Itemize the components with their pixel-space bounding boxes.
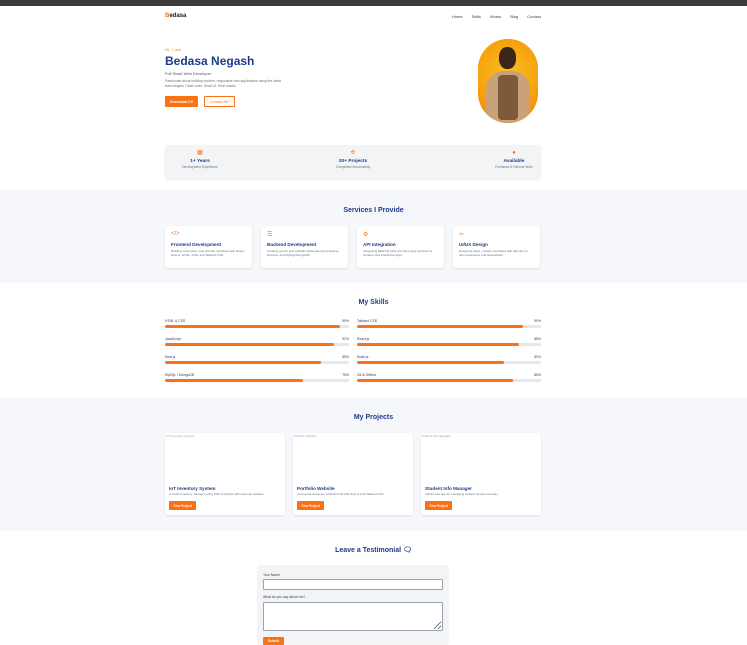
logo[interactable]: Bedasa (165, 13, 186, 19)
skill-tailwind: Tailwind CSS 90% (357, 319, 541, 333)
project-image: IoT Inventory System (166, 434, 195, 438)
submit-button[interactable]: Submit (263, 637, 284, 645)
browser-top-bar (0, 0, 747, 6)
service-card-design: ✂ UI/UX Design Designing clean, modern i… (453, 226, 540, 268)
code-icon: </> (171, 231, 180, 237)
nav-links: Home Skills Works Blog Contact (452, 14, 541, 19)
skill-nextjs: Next.js 85% (165, 355, 349, 369)
nav-link-blog[interactable]: Blog (510, 14, 518, 19)
project-image: Student Info Manager (422, 434, 451, 438)
projects-title: My Projects (353, 414, 394, 421)
clock-icon: ● (512, 150, 516, 156)
hero-section: Hi, I am Bedasa Negash Full Stack Web De… (165, 47, 445, 107)
skill-react: React.js 88% (357, 337, 541, 351)
testimonial-form: Your Name What do you say about me? Subm… (257, 565, 449, 645)
view-project-button[interactable]: View Project (169, 501, 196, 510)
name-input[interactable] (263, 579, 443, 590)
testimonial-title: Leave a Testimonial 🗨 (335, 547, 412, 554)
contact-me-button[interactable]: Contact Me (204, 96, 235, 107)
name-label: Your Name (263, 573, 280, 577)
view-project-button[interactable]: View Project (425, 501, 452, 510)
skill-javascript: JavaScript 92% (165, 337, 349, 351)
skill-html-css: HTML & CSS 95% (165, 319, 349, 333)
stat-experience: ▦ 1+ Years Development Experience (165, 150, 235, 169)
nav-link-contact[interactable]: Contact (527, 14, 541, 19)
nav-link-home[interactable]: Home (452, 14, 463, 19)
view-project-button[interactable]: View Project (297, 501, 324, 510)
services-title: Services I Provide (343, 207, 404, 214)
message-label: What do you say about me? (263, 595, 306, 599)
api-icon: ⚙ (363, 232, 369, 238)
service-card-backend: ☰ Backend Development Creating secure an… (261, 226, 348, 268)
message-textarea[interactable] (263, 602, 443, 631)
service-card-frontend: </> Frontend Development Building respon… (165, 226, 252, 268)
stat-availability: ● Available Freelance & Remote Work (479, 150, 549, 169)
chat-icon: 🗨 (403, 547, 412, 554)
profile-photo (478, 39, 538, 123)
skill-databases: MySQL / MongoDB 75% (165, 373, 349, 387)
skill-git: Git & GitHub 85% (357, 373, 541, 387)
skill-nodejs: Node.js 80% (357, 355, 541, 369)
stat-projects: ✣ 20+ Projects Completed Successfully (318, 150, 388, 169)
nav-link-skills[interactable]: Skills (472, 14, 481, 19)
design-icon: ✂ (459, 232, 465, 238)
calendar-icon: ▦ (197, 150, 203, 156)
project-image: Portfolio Website (294, 434, 317, 438)
download-cv-button[interactable]: Download CV (165, 96, 199, 107)
hero-name: Bedasa Negash (165, 54, 255, 68)
projects-icon: ✣ (350, 150, 356, 156)
navbar: Bedasa Home Skills Works Blog Contact (165, 10, 541, 22)
project-card-student: Student Info Manager Student Info Manage… (421, 433, 541, 515)
service-card-api: ⚙ API Integration Integrating RESTful AP… (357, 226, 444, 268)
nav-link-works[interactable]: Works (490, 14, 501, 19)
server-icon: ☰ (267, 232, 273, 238)
project-card-portfolio: Portfolio Website Portfolio Website A pe… (293, 433, 413, 515)
hero-description: Passionate about building modern, respon… (165, 79, 282, 88)
project-card-iot: IoT Inventory System IoT Inventory Syste… (165, 433, 285, 515)
hero-kicker: Hi, I am (165, 47, 182, 52)
skills-title: My Skills (358, 299, 389, 306)
stats-bar: ▦ 1+ Years Development Experience ✣ 20+ … (165, 145, 541, 179)
hero-role: Full Stack Web Developer (165, 71, 212, 76)
